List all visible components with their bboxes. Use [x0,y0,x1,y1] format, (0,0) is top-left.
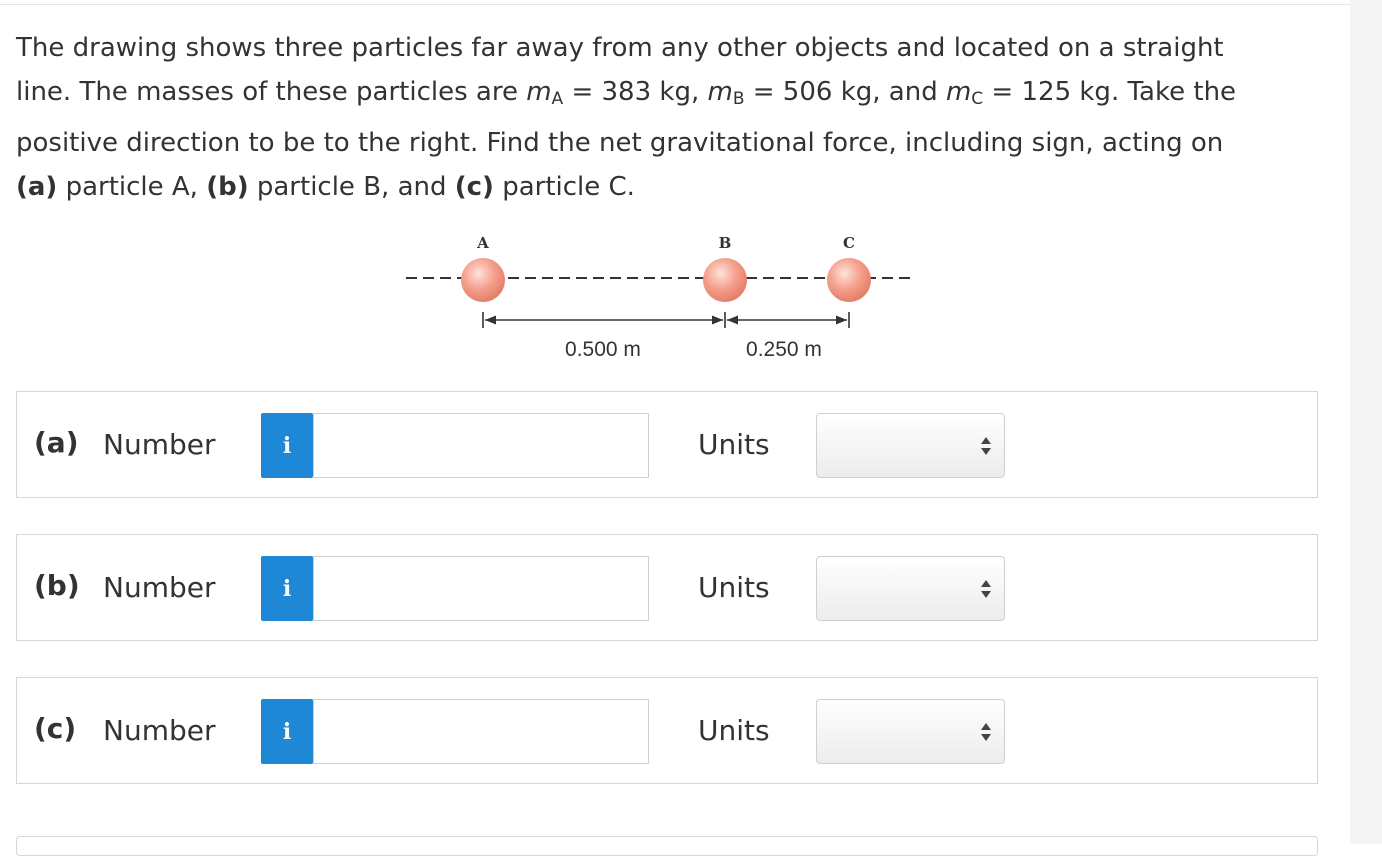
units-label: Units [698,428,770,461]
units-dropdown-b[interactable] [816,556,1005,621]
problem-line-3: positive direction to be to the right. F… [16,128,1224,158]
number-input-b[interactable] [313,556,649,621]
info-icon: i [282,575,292,602]
part-label: (c) [34,712,77,745]
particle-a [461,258,505,302]
info-button[interactable]: i [261,556,313,621]
dimension-bc [724,312,850,328]
updown-arrows-icon [981,580,991,598]
number-input-a[interactable] [313,413,649,478]
updown-arrows-icon [981,437,991,455]
part-label: (a) [34,426,79,459]
answer-row-c: (c) Number i Units [16,677,1318,784]
units-dropdown-a[interactable] [816,413,1005,478]
top-divider [0,4,1350,5]
info-icon: i [282,718,292,745]
problem-line-1: The drawing shows three particles far aw… [16,33,1224,63]
updown-arrows-icon [981,723,991,741]
label-b: B [719,234,732,252]
number-label: Number [103,428,216,461]
dimension-ab [482,312,723,328]
number-label: Number [103,571,216,604]
distance-ab: 0.500 m [565,338,641,361]
problem-line-2: line. The masses of these particles are … [16,77,1237,109]
label-a: A [476,234,489,252]
units-label: Units [698,571,770,604]
units-dropdown-c[interactable] [816,699,1005,764]
particles-diagram: A B C 0.500 m 0.250 m [390,222,930,372]
problem-statement: The drawing shows three particles far aw… [16,26,1336,209]
scrollbar-track[interactable] [1350,0,1382,844]
problem-line-4: (a) particle A, (b) particle B, and (c) … [16,172,635,202]
particle-c [827,258,871,302]
distance-bc: 0.250 m [746,338,822,361]
info-button[interactable]: i [261,413,313,478]
part-label: (b) [34,569,80,602]
particle-b [703,258,747,302]
info-icon: i [282,432,292,459]
next-section-edge [16,836,1318,856]
number-label: Number [103,714,216,747]
units-label: Units [698,714,770,747]
answer-row-b: (b) Number i Units [16,534,1318,641]
number-input-c[interactable] [313,699,649,764]
answer-row-a: (a) Number i Units [16,391,1318,498]
info-button[interactable]: i [261,699,313,764]
label-c: C [843,234,855,252]
